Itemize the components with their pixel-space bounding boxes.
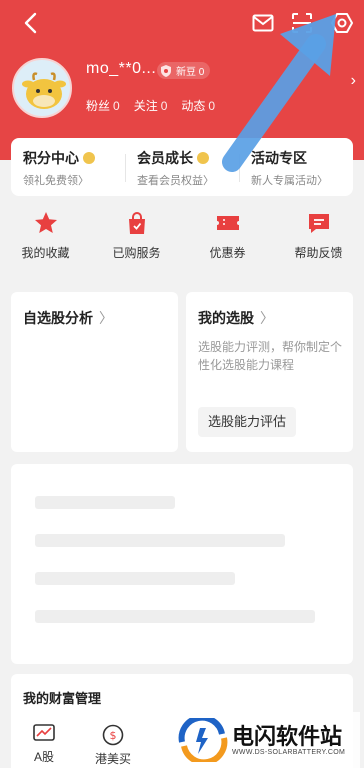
scan-icon[interactable]	[287, 8, 317, 38]
loading-skeleton	[11, 464, 353, 664]
card-subtitle: 新人专属活动〉	[251, 175, 328, 187]
wealth-item-hk-us[interactable]: $ 港美买	[95, 724, 131, 767]
service-label: 优惠券	[209, 246, 246, 260]
settings-icon[interactable]	[327, 8, 357, 38]
service-shortcuts: 我的收藏 已购服务 优惠券 帮助反馈	[0, 210, 364, 280]
watermark-subtitle: WWW.DS-SOLARBATTERY.COM	[232, 748, 346, 756]
skeleton-line	[35, 572, 235, 585]
wealth-label: A股	[33, 750, 54, 764]
watermark-title: 电闪软件站	[232, 723, 343, 749]
watermark: 电闪软件站 WWW.DS-SOLARBATTERY.COM	[178, 712, 360, 768]
watermark-logo	[178, 718, 228, 762]
chart-line-icon	[33, 724, 55, 741]
skeleton-line	[35, 496, 175, 509]
skeleton-line	[35, 610, 315, 623]
dollar-icon: $	[102, 724, 124, 746]
wealth-label: 港美买	[95, 752, 132, 766]
profile-header: mo_**0... 新豆 0 粉丝 0 关注 0 动态 0 ›	[0, 0, 364, 160]
wealth-item-a-shares[interactable]: A股	[33, 724, 55, 765]
avatar[interactable]	[12, 58, 72, 118]
card-subtitle: 领礼免费领〉	[23, 175, 89, 187]
service-label: 帮助反馈	[294, 246, 343, 260]
profile-stats: 粉丝 0 关注 0 动态 0	[86, 97, 215, 114]
back-icon[interactable]	[14, 6, 48, 40]
message-icon	[308, 214, 329, 233]
card-activity-zone[interactable]: 活动专区 新人专属活动〉	[239, 138, 353, 196]
svg-text:$: $	[110, 729, 117, 742]
panel-title: 我的选股	[198, 310, 254, 326]
username[interactable]: mo_**0...	[86, 60, 156, 78]
service-favorites[interactable]: 我的收藏	[0, 210, 91, 280]
panel-description: 选股能力评测，帮你制定个性化选股能力课程	[198, 340, 343, 372]
level-badge[interactable]: 新豆 0	[157, 62, 211, 79]
shopping-bag-icon	[128, 212, 145, 234]
member-cards: 积分中心 领礼免费领〉 会员成长 查看会员权益〉 活动专区 新人专属活动〉	[11, 138, 353, 196]
card-title: 活动专区	[251, 150, 307, 166]
stock-picking-assessment-button[interactable]: 选股能力评估	[198, 407, 297, 437]
level-label: 新豆 0	[176, 67, 205, 78]
shield-icon	[161, 64, 171, 77]
star-icon	[34, 212, 57, 233]
stat-posts[interactable]: 动态 0	[181, 97, 215, 114]
panel-title: 自选股分析	[23, 310, 93, 326]
stat-fans[interactable]: 粉丝 0	[86, 97, 120, 114]
wealth-title: 我的财富管理	[23, 691, 102, 706]
chevron-right-icon: 〉	[99, 310, 113, 326]
coupon-icon	[216, 216, 239, 230]
coin-icon	[83, 152, 95, 164]
service-help-feedback[interactable]: 帮助反馈	[273, 210, 364, 280]
coin-icon	[197, 152, 209, 164]
chevron-right-icon[interactable]: ›	[351, 72, 356, 90]
watchlist-analysis-panel[interactable]: 自选股分析〉	[11, 292, 178, 452]
stat-following[interactable]: 关注 0	[134, 97, 168, 114]
skeleton-line	[35, 534, 285, 547]
service-coupons[interactable]: 优惠券	[182, 210, 273, 280]
service-purchased[interactable]: 已购服务	[91, 210, 182, 280]
card-points-center[interactable]: 积分中心 领礼免费领〉	[11, 138, 125, 196]
card-member-growth[interactable]: 会员成长 查看会员权益〉	[125, 138, 239, 196]
my-picks-panel[interactable]: 我的选股〉 选股能力评测，帮你制定个性化选股能力课程 选股能力评估	[186, 292, 353, 452]
chevron-right-icon: 〉	[260, 310, 274, 326]
mail-icon[interactable]	[248, 8, 278, 38]
card-title: 积分中心	[23, 150, 79, 166]
card-subtitle: 查看会员权益〉	[137, 175, 214, 187]
service-label: 已购服务	[112, 246, 161, 260]
service-label: 我的收藏	[21, 246, 70, 260]
card-title: 会员成长	[137, 150, 193, 166]
